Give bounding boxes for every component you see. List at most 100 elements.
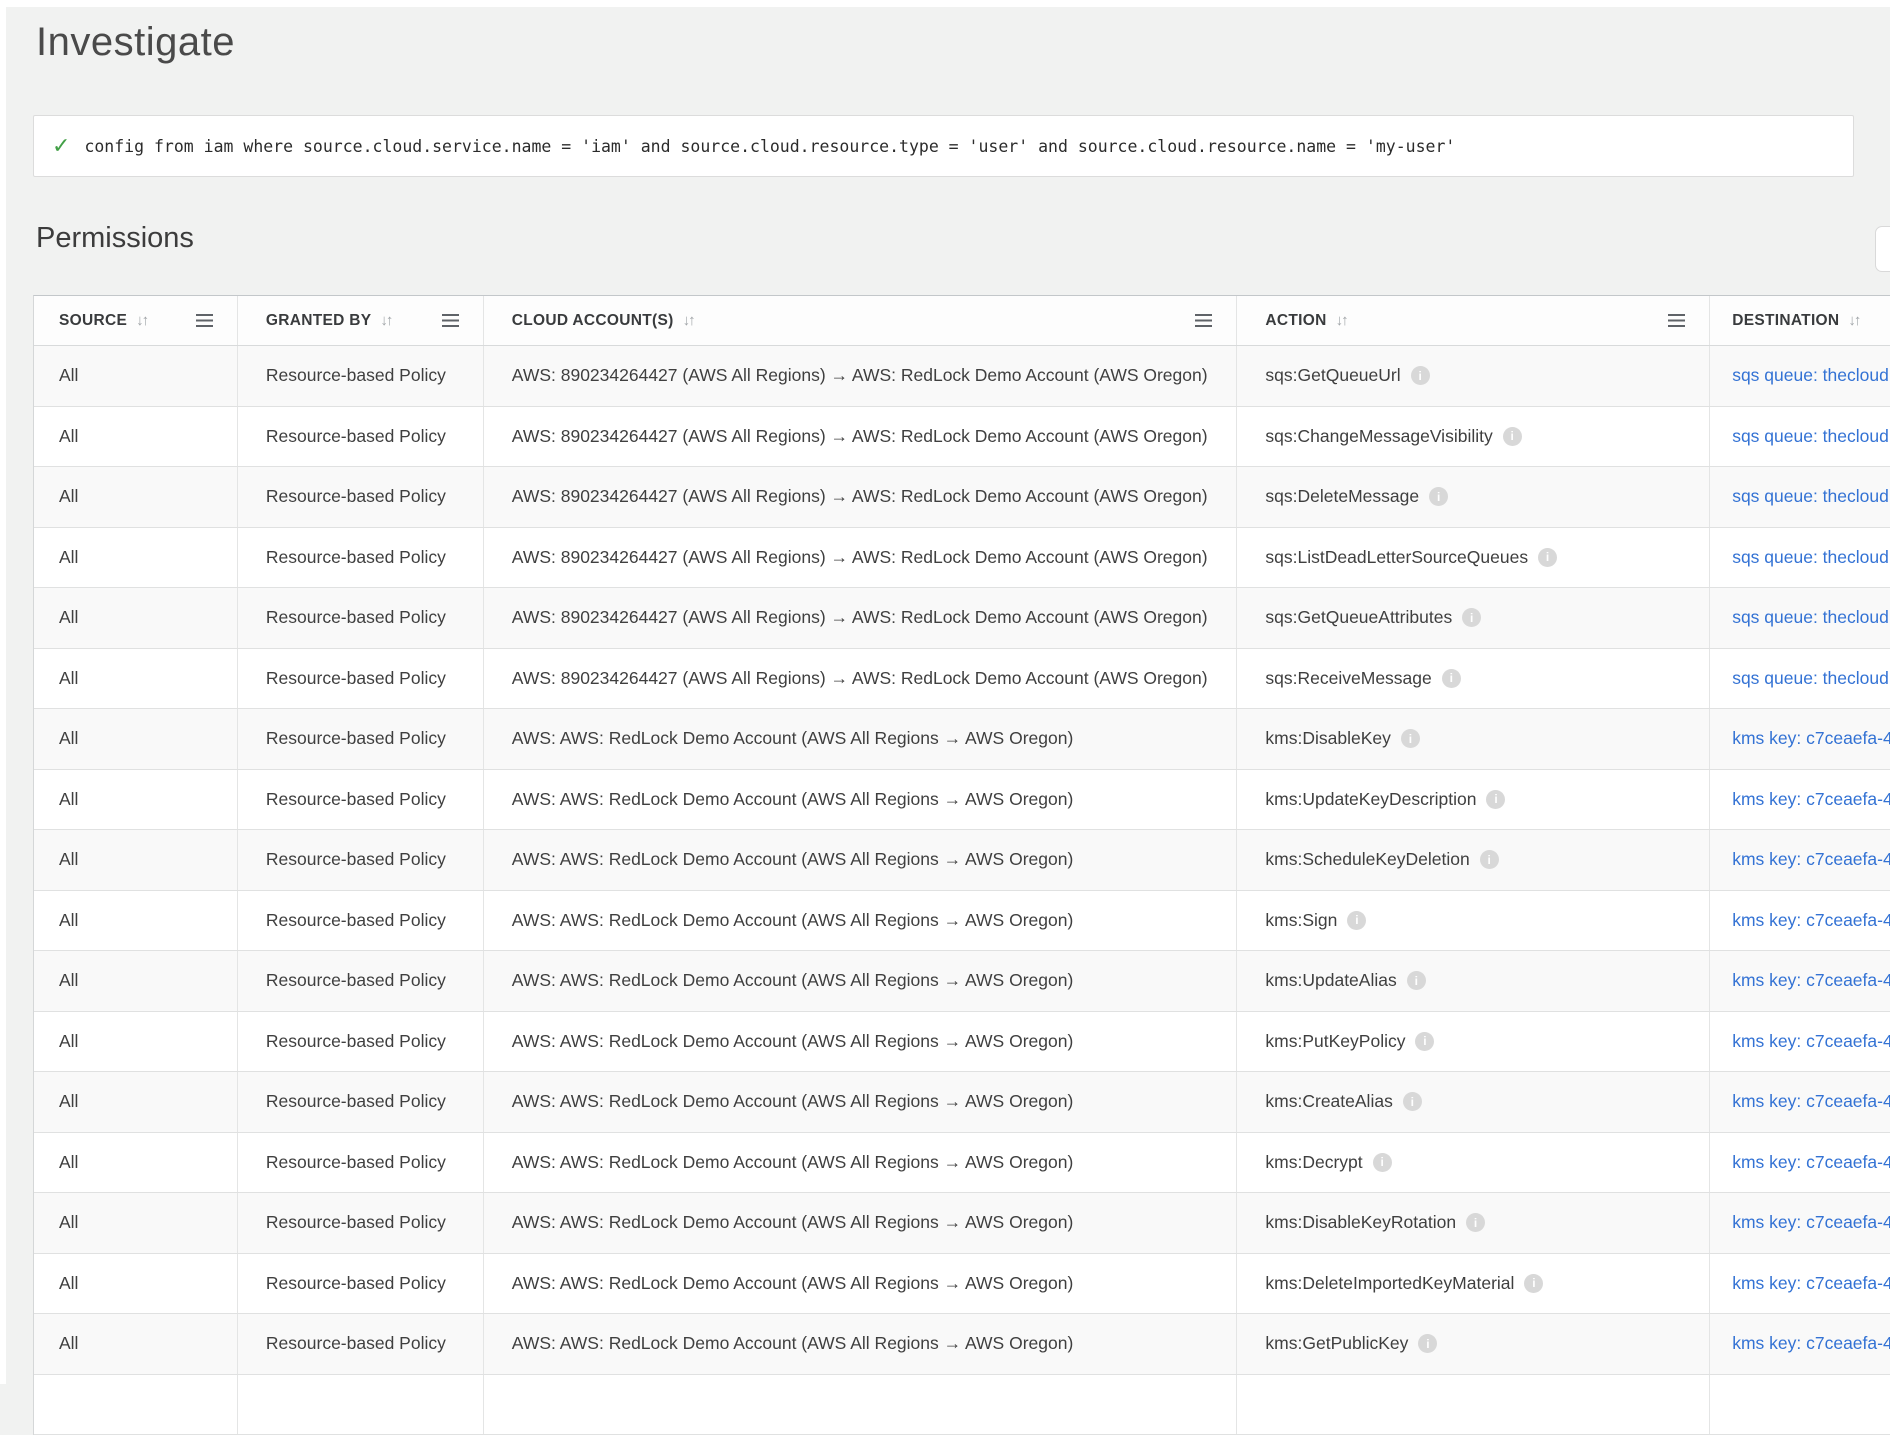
destination-link[interactable]: kms key: c7ceaefa-46 bbox=[1732, 1031, 1890, 1052]
destination-link[interactable]: kms key: c7ceaefa-46 bbox=[1732, 728, 1890, 749]
cell-cloud-accounts: AWS: AWS: RedLock Demo Account (AWS All … bbox=[484, 1193, 1238, 1253]
destination-link[interactable]: sqs queue: thecloudr bbox=[1732, 365, 1890, 386]
cell-action: sqs:ReceiveMessage i bbox=[1237, 649, 1710, 709]
table-row: All Resource-based Policy AWS: 890234264… bbox=[34, 528, 1890, 589]
destination-link[interactable]: sqs queue: thecloudr bbox=[1732, 607, 1890, 628]
column-menu-button[interactable] bbox=[1668, 314, 1685, 327]
cell-source: All bbox=[34, 1254, 238, 1314]
info-icon[interactable]: i bbox=[1411, 366, 1430, 385]
destination-link[interactable]: kms key: c7ceaefa-46 bbox=[1732, 1091, 1890, 1112]
destination-link[interactable]: sqs queue: thecloudr bbox=[1732, 426, 1890, 447]
destination-link[interactable]: kms key: c7ceaefa-46 bbox=[1732, 1333, 1890, 1354]
info-icon[interactable]: i bbox=[1503, 427, 1522, 446]
column-menu-button[interactable] bbox=[442, 314, 459, 327]
cell-cloud-accounts: AWS: AWS: RedLock Demo Account (AWS All … bbox=[484, 709, 1238, 769]
cell-granted-by: Resource-based Policy bbox=[238, 830, 484, 890]
destination-link[interactable]: kms key: c7ceaefa-46 bbox=[1732, 1273, 1890, 1294]
destination-link[interactable]: kms key: c7ceaefa-46 bbox=[1732, 910, 1890, 931]
cell-action: kms:DisableKey i bbox=[1237, 709, 1710, 769]
info-icon[interactable]: i bbox=[1418, 1334, 1437, 1353]
cell-source: All bbox=[34, 528, 238, 588]
column-header[interactable]: SOURCE ↓↑ bbox=[34, 296, 238, 345]
info-icon[interactable]: i bbox=[1462, 608, 1481, 627]
cell-source: All bbox=[34, 951, 238, 1011]
destination-link[interactable]: kms key: c7ceaefa-46 bbox=[1732, 849, 1890, 870]
cell-destination: sqs queue: thecloudr bbox=[1710, 346, 1890, 406]
hamburger-icon bbox=[196, 314, 213, 327]
destination-link[interactable]: kms key: c7ceaefa-46 bbox=[1732, 789, 1890, 810]
sort-icon[interactable]: ↓↑ bbox=[683, 312, 694, 329]
cell-granted-by: Resource-based Policy bbox=[238, 1012, 484, 1072]
column-header-label: SOURCE bbox=[59, 312, 127, 330]
destination-link[interactable]: kms key: c7ceaefa-46 bbox=[1732, 1212, 1890, 1233]
info-icon[interactable]: i bbox=[1480, 850, 1499, 869]
cell-action: kms:UpdateAlias i bbox=[1237, 951, 1710, 1011]
table-row: All Resource-based Policy AWS: AWS: RedL… bbox=[34, 1012, 1890, 1073]
cell-action: kms:DisableKeyRotation i bbox=[1237, 1193, 1710, 1253]
window-edge-left bbox=[0, 0, 6, 1384]
column-header-label: ACTION bbox=[1265, 312, 1326, 330]
column-header[interactable]: ACTION ↓↑ bbox=[1237, 296, 1710, 345]
sort-icon[interactable]: ↓↑ bbox=[1336, 312, 1347, 329]
toolbar-button-clipped[interactable] bbox=[1875, 226, 1890, 272]
query-input[interactable]: ✓ config from iam where source.cloud.ser… bbox=[33, 115, 1854, 177]
table-body: All Resource-based Policy AWS: 890234264… bbox=[34, 346, 1890, 1375]
info-icon[interactable]: i bbox=[1401, 729, 1420, 748]
table-row: All Resource-based Policy AWS: AWS: RedL… bbox=[34, 1254, 1890, 1315]
column-menu-button[interactable] bbox=[196, 314, 213, 327]
table-row: All Resource-based Policy AWS: AWS: RedL… bbox=[34, 951, 1890, 1012]
cell-source: All bbox=[34, 407, 238, 467]
table-row: All Resource-based Policy AWS: AWS: RedL… bbox=[34, 830, 1890, 891]
destination-link[interactable]: sqs queue: thecloudr bbox=[1732, 486, 1890, 507]
info-icon[interactable]: i bbox=[1538, 548, 1557, 567]
cell-source: All bbox=[34, 467, 238, 527]
column-header-label: DESTINATION bbox=[1732, 312, 1839, 330]
info-icon[interactable]: i bbox=[1442, 669, 1461, 688]
cell-source: All bbox=[34, 649, 238, 709]
cell-granted-by: Resource-based Policy bbox=[238, 891, 484, 951]
cell-action: kms:GetPublicKey i bbox=[1237, 1314, 1710, 1374]
table-row: All Resource-based Policy AWS: AWS: RedL… bbox=[34, 891, 1890, 952]
table-row: All Resource-based Policy AWS: AWS: RedL… bbox=[34, 1314, 1890, 1375]
info-icon[interactable]: i bbox=[1407, 971, 1426, 990]
info-icon[interactable]: i bbox=[1373, 1153, 1392, 1172]
cell-destination: sqs queue: thecloudr bbox=[1710, 649, 1890, 709]
cell-cloud-accounts: AWS: AWS: RedLock Demo Account (AWS All … bbox=[484, 830, 1238, 890]
info-icon[interactable]: i bbox=[1429, 487, 1448, 506]
info-icon[interactable]: i bbox=[1403, 1092, 1422, 1111]
info-icon[interactable]: i bbox=[1486, 790, 1505, 809]
info-icon[interactable]: i bbox=[1415, 1032, 1434, 1051]
cell-destination: sqs queue: thecloudr bbox=[1710, 528, 1890, 588]
column-header[interactable]: CLOUD ACCOUNT(S) ↓↑ bbox=[484, 296, 1238, 345]
hamburger-icon bbox=[442, 314, 459, 327]
cell-granted-by: Resource-based Policy bbox=[238, 407, 484, 467]
destination-link[interactable]: sqs queue: thecloudr bbox=[1732, 547, 1890, 568]
column-header[interactable]: DESTINATION ↓↑ bbox=[1710, 296, 1890, 345]
cell-action: kms:PutKeyPolicy i bbox=[1237, 1012, 1710, 1072]
cell-cloud-accounts: AWS: 890234264427 (AWS All Regions) → AW… bbox=[484, 588, 1238, 648]
column-header[interactable]: GRANTED BY ↓↑ bbox=[238, 296, 484, 345]
sort-icon[interactable]: ↓↑ bbox=[380, 312, 391, 329]
cell-granted-by: Resource-based Policy bbox=[238, 951, 484, 1011]
sort-icon[interactable]: ↓↑ bbox=[1848, 312, 1859, 329]
table-row: All Resource-based Policy AWS: AWS: RedL… bbox=[34, 770, 1890, 831]
cell-granted-by: Resource-based Policy bbox=[238, 346, 484, 406]
cell-cloud-accounts: AWS: AWS: RedLock Demo Account (AWS All … bbox=[484, 951, 1238, 1011]
cell-cloud-accounts: AWS: AWS: RedLock Demo Account (AWS All … bbox=[484, 1314, 1238, 1374]
cell-granted-by: Resource-based Policy bbox=[238, 1133, 484, 1193]
destination-link[interactable]: sqs queue: thecloudr bbox=[1732, 668, 1890, 689]
info-icon[interactable]: i bbox=[1347, 911, 1366, 930]
destination-link[interactable]: kms key: c7ceaefa-46 bbox=[1732, 1152, 1890, 1173]
cell-granted-by: Resource-based Policy bbox=[238, 1072, 484, 1132]
query-text[interactable]: config from iam where source.cloud.servi… bbox=[84, 137, 1455, 156]
cell-source bbox=[34, 1375, 238, 1435]
info-icon[interactable]: i bbox=[1466, 1213, 1485, 1232]
cell-action: sqs:ListDeadLetterSourceQueues i bbox=[1237, 528, 1710, 588]
info-icon[interactable]: i bbox=[1524, 1274, 1543, 1293]
destination-link[interactable]: kms key: c7ceaefa-46 bbox=[1732, 970, 1890, 991]
cell-source: All bbox=[34, 830, 238, 890]
column-menu-button[interactable] bbox=[1195, 314, 1212, 327]
sort-icon[interactable]: ↓↑ bbox=[136, 312, 147, 329]
cell-destination: kms key: c7ceaefa-46 bbox=[1710, 951, 1890, 1011]
cell-source: All bbox=[34, 1072, 238, 1132]
